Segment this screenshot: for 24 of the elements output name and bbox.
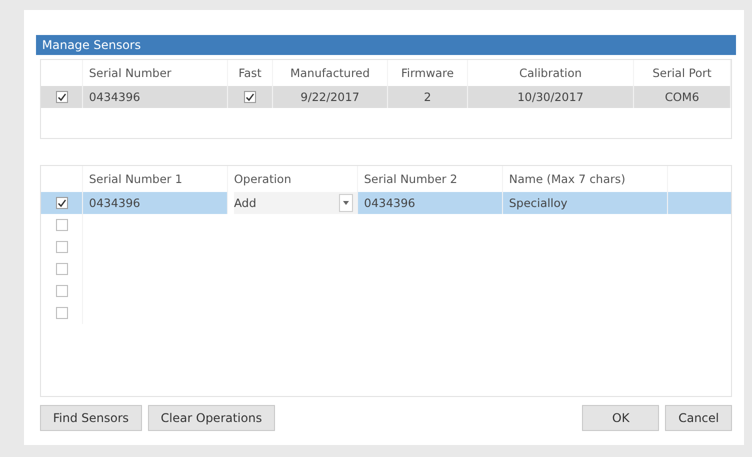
dialog-button[interactable]: Find Sensors	[40, 405, 142, 431]
table-cell: Specialloy	[503, 192, 668, 214]
checkbox[interactable]	[56, 197, 68, 209]
checkbox[interactable]	[56, 241, 68, 253]
checkbox[interactable]	[56, 285, 68, 297]
table-cell: 0434396	[358, 192, 503, 214]
window-title: Manage Sensors	[36, 35, 736, 55]
dialog-button[interactable]: Cancel	[665, 405, 732, 431]
operation-dropdown[interactable]: Add	[234, 192, 357, 214]
checkbox[interactable]	[56, 263, 68, 275]
dialog-button[interactable]: OK	[582, 405, 660, 431]
checkbox[interactable]	[56, 219, 68, 231]
table-row[interactable]: 0434396 9/22/2017 2 10/30/2017 COM6	[41, 86, 731, 108]
table-cell: 0434396	[83, 86, 228, 108]
table-cell: 2	[388, 86, 468, 108]
dialog-button[interactable]: Clear Operations	[148, 405, 275, 431]
checkbox[interactable]	[56, 307, 68, 319]
table-cell: 9/22/2017	[273, 86, 388, 108]
table-cell: 10/30/2017	[468, 86, 634, 108]
checkbox[interactable]	[56, 91, 68, 103]
checkbox[interactable]	[244, 91, 256, 103]
table-row[interactable]: 0434396 Add 0434396 Specialloy	[41, 192, 731, 214]
table-cell: COM6	[634, 86, 731, 108]
caret-icon	[339, 194, 353, 212]
